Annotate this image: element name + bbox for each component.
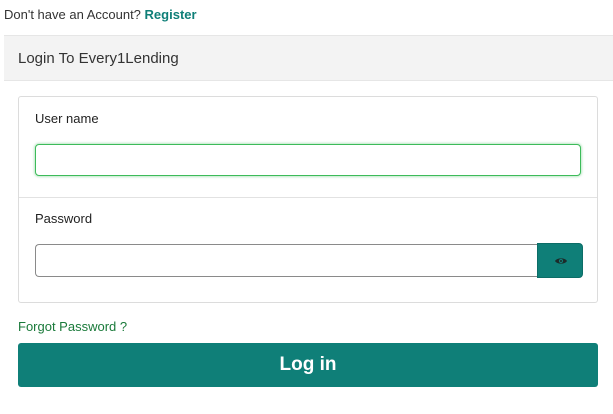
card-header: Login To Every1Lending	[4, 35, 613, 81]
forgot-password-link[interactable]: Forgot Password ?	[18, 319, 127, 334]
register-link[interactable]: Register	[145, 7, 197, 22]
card-title: Login To Every1Lending	[18, 50, 179, 67]
login-button[interactable]: Log in	[18, 343, 598, 387]
eye-icon	[555, 258, 567, 264]
register-prompt: Don't have an Account? Register	[4, 6, 197, 24]
login-form: User name Password	[18, 96, 598, 303]
show-password-button[interactable]	[537, 243, 583, 278]
password-input[interactable]	[35, 244, 538, 277]
form-divider	[19, 197, 597, 198]
username-input[interactable]	[35, 144, 581, 176]
register-prompt-text: Don't have an Account?	[4, 7, 141, 22]
username-label: User name	[35, 111, 99, 126]
password-label: Password	[35, 211, 93, 226]
